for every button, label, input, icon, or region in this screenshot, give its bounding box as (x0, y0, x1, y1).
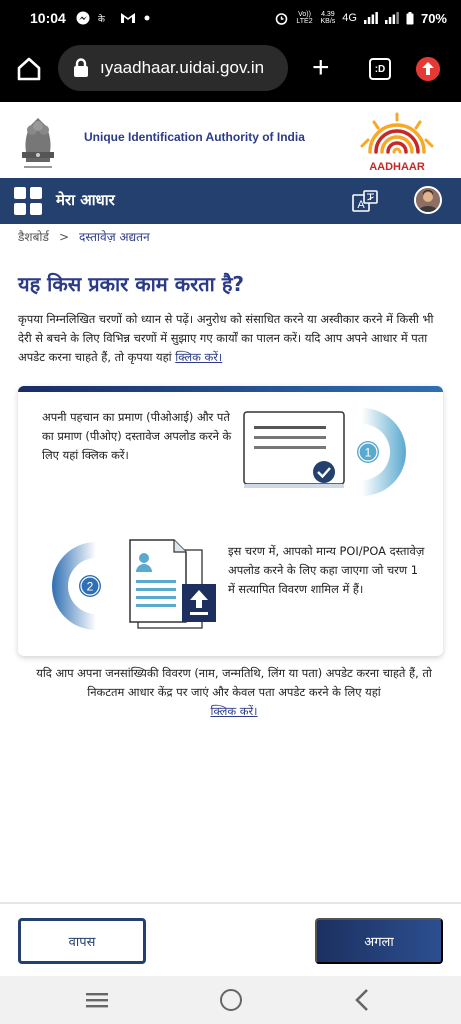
android-nav-bar (0, 976, 461, 1024)
breadcrumb-home[interactable]: डैशबोर्ड (18, 228, 49, 245)
aadhaar-logo-text: AADHAAR (369, 161, 425, 173)
svg-text:2: 2 (87, 580, 94, 594)
footer-divider (0, 902, 461, 904)
battery-icon (406, 11, 414, 24)
intro-paragraph: कृपया निम्नलिखित चरणों को ध्यान से पढ़ें… (18, 310, 443, 367)
messenger-icon (76, 11, 90, 25)
browser-toolbar: ıyaadhaar.uidai.gov.in + :D (0, 36, 461, 102)
url-text[interactable]: ıyaadhaar.uidai.gov.in (100, 58, 264, 78)
nav-title[interactable]: मेरा आधार (56, 190, 115, 210)
document-upload-icon (129, 539, 216, 629)
language-icon[interactable]: A (352, 190, 378, 212)
org-name: Unique Identification Authority of India (84, 130, 305, 144)
network-speed: 4.39 KB/s (320, 11, 336, 25)
breadcrumb: डैशबोर्ड > दस्तावेज़ अद्यतन (18, 228, 150, 245)
breadcrumb-separator: > (58, 229, 70, 244)
step-2-text: इस चरण में, आपको मान्य POI/POA दस्तावेज़… (228, 544, 425, 596)
volte-indicator: Vo)) LTE2 (296, 11, 313, 25)
svg-text:के: के (98, 13, 106, 24)
aadhaar-logo: AADHAAR (360, 112, 434, 173)
battery-level: 70% (420, 10, 447, 26)
back-arrow-icon[interactable] (354, 988, 370, 1012)
demographic-update-link[interactable]: क्लिक करें। (211, 704, 258, 718)
network-type: 4G (342, 12, 357, 24)
step-1-text[interactable]: अपनी पहचान का प्रमाण (पीओआई) और पते का प… (42, 408, 232, 465)
steps-card: अपनी पहचान का प्रमाण (पीओआई) और पते का प… (18, 386, 443, 656)
status-notification-icons: के (76, 11, 150, 25)
intro-text: कृपया निम्नलिखित चरणों को ध्यान से पढ़ें… (18, 312, 434, 364)
update-icon[interactable] (416, 57, 440, 81)
step-1-number-badge: 1 (357, 408, 406, 496)
next-button[interactable]: अगला (315, 918, 443, 964)
demographic-note: यदि आप अपना जनसांख्यिकी विवरण (नाम, जन्म… (24, 664, 444, 721)
tab-switcher-button[interactable]: :D (369, 58, 391, 80)
status-time: 10:04 (30, 10, 66, 26)
user-photo-icon (416, 188, 440, 212)
signal-icon-2 (384, 12, 399, 24)
step-2-number-badge: 2 (52, 542, 101, 630)
app-icon: के (98, 13, 106, 24)
status-system-icons: Vo)) LTE2 4.39 KB/s 4G 70% (275, 11, 447, 26)
note-text: यदि आप अपना जनसांख्यिकी विवरण (नाम, जन्म… (36, 666, 432, 699)
apps-grid-icon[interactable] (14, 187, 42, 215)
home-icon[interactable] (16, 56, 42, 82)
dot-icon (144, 15, 150, 21)
document-verified-icon (243, 411, 345, 488)
status-bar: 10:04 के Vo)) LTE2 4.39 KB/s 4G 70% (0, 0, 461, 36)
new-tab-icon[interactable]: + (312, 53, 330, 83)
main-navbar: मेरा आधार A (0, 178, 461, 224)
signal-icon (363, 12, 378, 24)
recent-apps-icon[interactable] (86, 992, 108, 1008)
svg-text:1: 1 (365, 446, 372, 460)
national-emblem-icon[interactable] (14, 110, 62, 172)
address-update-link[interactable]: क्लिक करें। (175, 350, 222, 364)
back-button[interactable]: वापस (18, 918, 146, 964)
home-button-icon[interactable] (220, 989, 242, 1011)
site-header: Unique Identification Authority of India… (0, 102, 461, 178)
card-accent-bar (18, 386, 443, 392)
user-avatar[interactable] (414, 186, 442, 214)
alarm-icon (276, 12, 288, 25)
address-bar[interactable]: ıyaadhaar.uidai.gov.in (58, 45, 288, 91)
breadcrumb-current: दस्तावेज़ अद्यतन (79, 230, 150, 244)
gmail-icon (120, 13, 135, 23)
lock-icon[interactable] (72, 58, 90, 78)
page-title: यह किस प्रकार काम करता है? (18, 272, 245, 296)
